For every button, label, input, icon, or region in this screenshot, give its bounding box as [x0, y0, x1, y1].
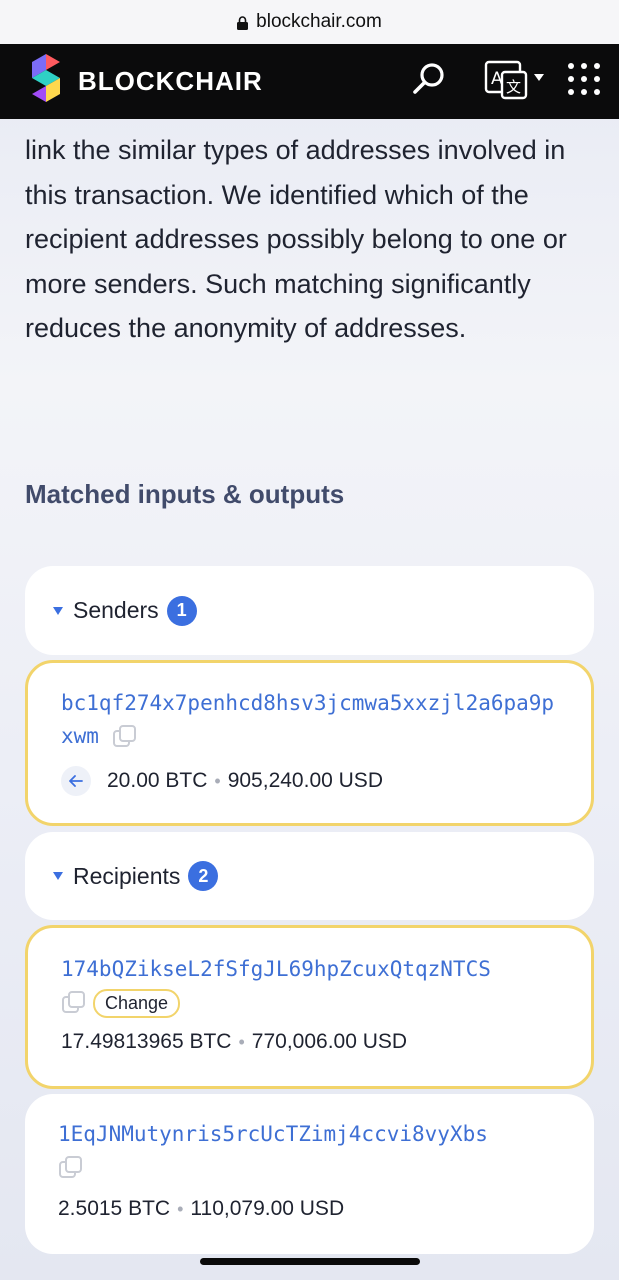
section-title: Matched inputs & outputs: [25, 479, 345, 509]
recipient-amount-row: 2.5015 BTC • 110,079.00 USD: [58, 1197, 594, 1221]
site-header: BLOCKCHAIR A 文: [0, 44, 619, 119]
recipients-group-header[interactable]: Recipients 2: [25, 832, 594, 920]
language-icon[interactable]: A 文: [484, 58, 528, 102]
change-badge: Change: [93, 988, 181, 1018]
arrow-left-icon: [61, 766, 91, 796]
search-icon[interactable]: [410, 60, 448, 98]
recipient-amount-row: 17.49813965 BTC • 770,006.00 USD: [61, 1030, 591, 1054]
privacy-explanation-text: link the similar types of addresses invo…: [25, 135, 567, 343]
recipient-address-card: 174bQZikseL2fSfgJL69hpZcuxQtqzNTCS Chang…: [25, 925, 594, 1089]
recipients-count-badge: 2: [188, 861, 219, 891]
separator-dot: •: [238, 1031, 245, 1052]
expand-triangle-icon: [53, 606, 63, 615]
copy-icon[interactable]: [58, 1155, 84, 1181]
recipient-address-link[interactable]: 174bQZikseL2fSfgJL69hpZcuxQtqzNTCS: [61, 957, 491, 981]
lock-icon: [237, 16, 249, 30]
recipient-address-card: 1EqJNMutynris5rcUcTZimj4ccvi8vyXbs 2.501…: [25, 1094, 594, 1254]
recipients-label: Recipients: [73, 862, 181, 889]
home-indicator[interactable]: [200, 1258, 420, 1265]
recipient-usd-amount: 770,006.00 USD: [251, 1030, 408, 1053]
blockchair-logo-icon[interactable]: [30, 52, 64, 108]
copy-icon[interactable]: [112, 724, 138, 750]
sender-address-card: bc1qf274x7penhcd8hsv3jcmwa5xxzjl2a6pa9px…: [25, 660, 594, 826]
recipient-btc-amount: 17.49813965 BTC: [61, 1030, 232, 1053]
brand-name[interactable]: BLOCKCHAIR: [78, 66, 263, 97]
menu-grid-icon[interactable]: [567, 62, 601, 96]
address-bar[interactable]: blockchair.com: [0, 0, 619, 44]
chevron-down-icon[interactable]: [534, 74, 544, 82]
senders-count-badge: 1: [166, 595, 197, 626]
expand-triangle-icon: [53, 872, 63, 880]
sender-usd-amount: 905,240.00 USD: [227, 769, 383, 792]
separator-dot: •: [177, 1198, 184, 1219]
recipient-address-link[interactable]: 1EqJNMutynris5rcUcTZimj4ccvi8vyXbs: [58, 1122, 488, 1146]
senders-group-header[interactable]: Senders 1: [25, 566, 594, 655]
svg-text:文: 文: [506, 78, 521, 96]
recipient-btc-amount: 2.5015 BTC: [58, 1197, 171, 1220]
url-text: blockchair.com: [256, 11, 382, 32]
senders-label: Senders: [73, 597, 159, 623]
copy-icon[interactable]: [61, 990, 87, 1016]
recipient-usd-amount: 110,079.00 USD: [190, 1197, 345, 1220]
separator-dot: •: [214, 770, 221, 791]
sender-btc-amount: 20.00 BTC: [107, 769, 208, 792]
sender-amount-row: 20.00 BTC • 905,240.00 USD: [61, 766, 591, 796]
